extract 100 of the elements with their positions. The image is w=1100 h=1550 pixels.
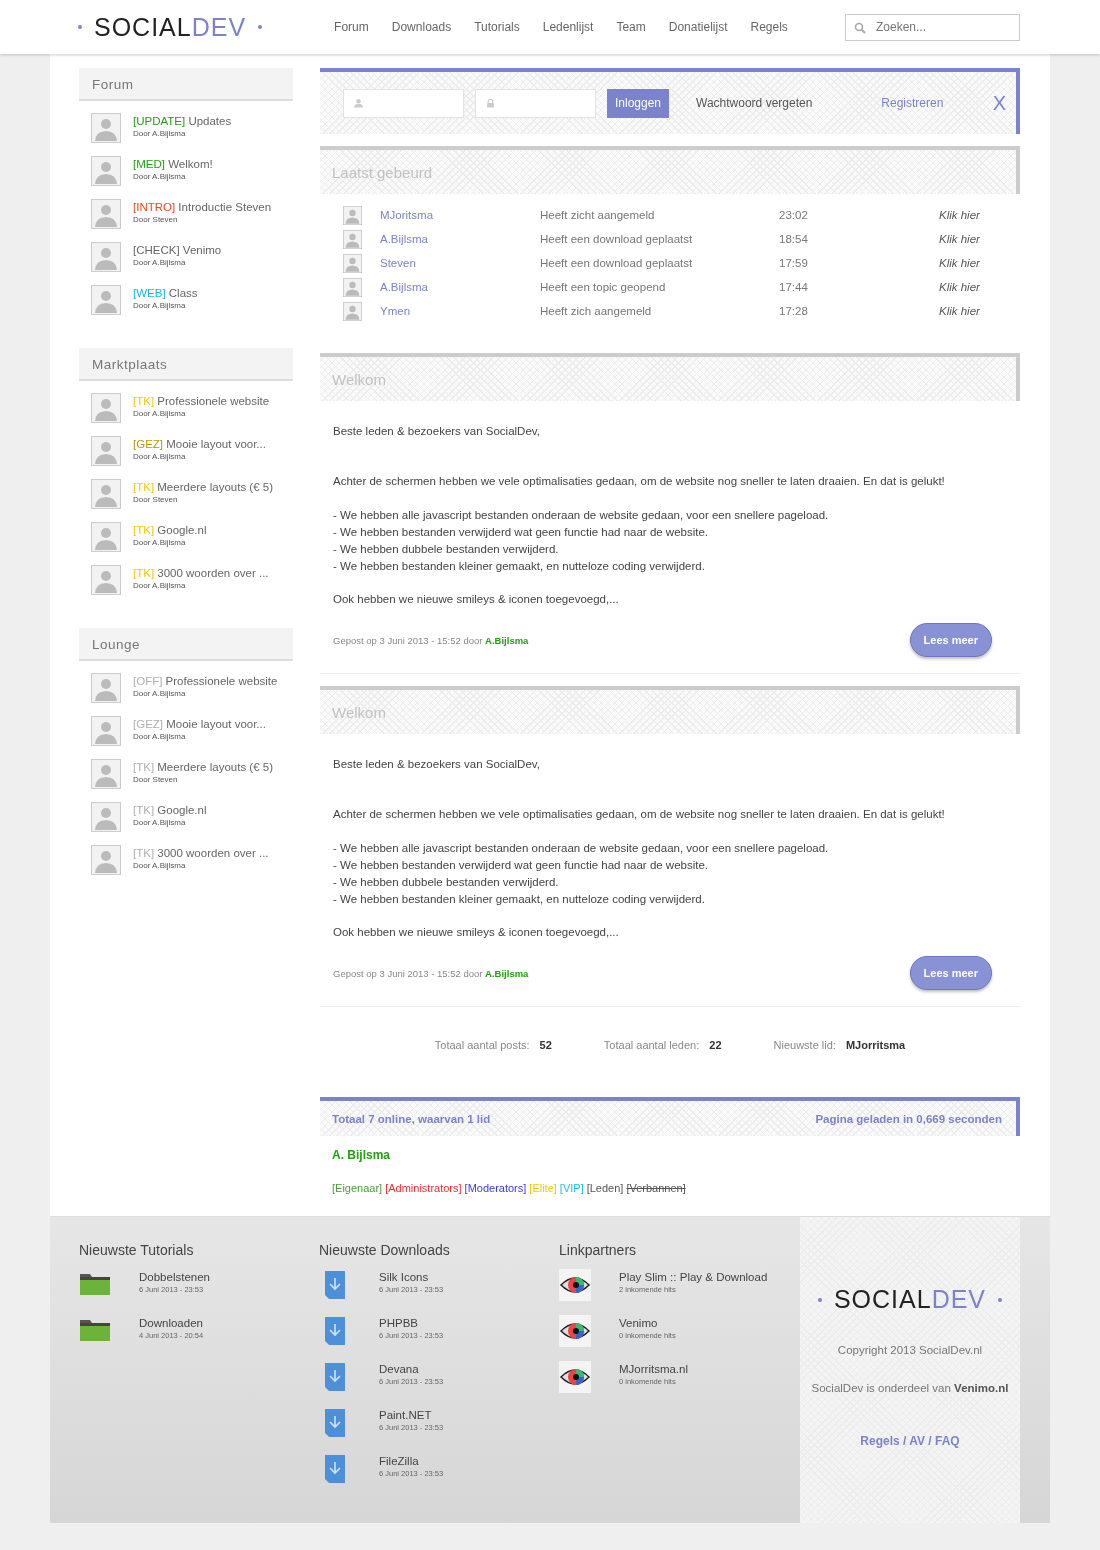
- avatar-icon: [91, 802, 121, 832]
- topic-link[interactable]: [CHECK] Venimo: [133, 244, 222, 256]
- topic-link[interactable]: [GEZ] Mooie layout voor...: [133, 438, 266, 450]
- post-text: Beste leden & bezoekers van SocialDev,: [333, 424, 541, 439]
- footer-link[interactable]: Dobbelstenen: [139, 1271, 210, 1283]
- role-legend-item: [VIP]: [559, 1182, 584, 1194]
- forgot-password-link[interactable]: Wachtwoord vergeten: [696, 96, 813, 110]
- register-link[interactable]: Registreren: [881, 96, 944, 110]
- role-legend-item: [Leden]: [586, 1182, 624, 1194]
- activity-time: 18:54: [779, 233, 809, 245]
- topic-author: Door Steven: [133, 775, 179, 784]
- footer-link[interactable]: Paint.NET: [379, 1409, 444, 1421]
- topic-link[interactable]: [OFF] Professionele website: [133, 675, 278, 687]
- footer-link[interactable]: Devana: [379, 1363, 444, 1375]
- site-logo[interactable]: SOCIALDEV: [94, 12, 247, 42]
- load-time: Pagina geladen in 0,669 seconden: [815, 1112, 1002, 1125]
- topic-link[interactable]: [TK] 3000 woorden over ...: [133, 567, 269, 579]
- footer-link[interactable]: Downloaden: [139, 1317, 204, 1329]
- topic-link[interactable]: [TK] Professionele website: [133, 395, 270, 407]
- topic-author: Door A.Bijlsma: [133, 538, 187, 547]
- sidebar-heading: Lounge: [79, 628, 293, 661]
- activity-time: 17:28: [779, 305, 809, 317]
- avatar-icon: [91, 479, 121, 509]
- nav-link[interactable]: Tutorials: [474, 20, 520, 34]
- avatar-icon: [91, 522, 121, 552]
- post-list-line: - We hebben alle javascript bestanden onderaan de website gedaan, voor een snellere pageload.: [333, 508, 830, 523]
- password-field[interactable]: [475, 88, 596, 118]
- details-link[interactable]: Klik hier: [939, 305, 980, 317]
- avatar-icon: [91, 285, 121, 315]
- details-link[interactable]: Klik hier: [939, 281, 980, 293]
- post-text: Achter de schermen hebben we vele optimalisaties gedaan, om de website nog sneller te laten draaien. En dat is gelukt!: [333, 807, 946, 822]
- topic-link[interactable]: [GEZ] Mooie layout voor...: [133, 718, 266, 730]
- avatar-icon: [343, 229, 362, 249]
- section-title: Laatst gebeurd: [332, 163, 433, 181]
- details-link[interactable]: Klik hier: [939, 233, 980, 245]
- footer-link[interactable]: PHPBB: [379, 1317, 444, 1329]
- footer-link[interactable]: Play Slim :: Play & Download: [619, 1271, 768, 1283]
- post-meta: Gepost op 3 Juni 2013 - 15:52 door A.Bijlsma: [333, 967, 529, 979]
- avatar-icon: [91, 242, 121, 272]
- topic-link[interactable]: [TK] Google.nl: [133, 524, 207, 536]
- stat-label: Totaal aantal leden:: [603, 1039, 700, 1051]
- nav-link[interactable]: Downloads: [391, 20, 452, 34]
- footer-links[interactable]: Regels / AV / FAQ: [860, 1434, 960, 1448]
- site-logo: SOCIALDEV: [833, 1285, 987, 1314]
- user-link[interactable]: Steven: [380, 257, 540, 269]
- avatar-icon: [91, 845, 121, 875]
- topic-link[interactable]: [MED] Welkom!: [133, 158, 213, 170]
- post-text: Achter de schermen hebben we vele optimalisaties gedaan, om de website nog sneller te laten draaien. En dat is gelukt!: [333, 474, 946, 489]
- close-button[interactable]: X: [992, 91, 1006, 115]
- avatar-icon: [91, 199, 121, 229]
- role-legend-item: [Eigenaar]: [332, 1182, 383, 1194]
- footer-heading: Linkpartners: [559, 1242, 638, 1258]
- footer-heading: Nieuwste Downloads: [319, 1242, 451, 1258]
- topic-link[interactable]: [INTRO] Introductie Steven: [133, 201, 272, 213]
- online-user-link[interactable]: A. Bijlsma: [332, 1148, 1020, 1162]
- activity-text: Heeft een topic geopend: [540, 281, 667, 293]
- topic-link[interactable]: [UPDATE] Updates: [133, 115, 232, 127]
- topic-link[interactable]: [WEB] Class: [133, 287, 198, 299]
- dot-icon: [258, 25, 263, 29]
- post-list-line: - We hebben alle javascript bestanden onderaan de website gedaan, voor een snellere pageload.: [333, 841, 830, 856]
- topic-author: Door A.Bijlsma: [133, 452, 187, 461]
- details-link[interactable]: Klik hier: [939, 257, 980, 269]
- login-button[interactable]: Inloggen: [607, 88, 670, 118]
- post-list-line: - We hebben bestanden kleiner gemaakt, en nutteloze coding verwijderd.: [333, 892, 706, 907]
- nav-link[interactable]: Ledenlijst: [542, 20, 594, 34]
- nav-link[interactable]: Forum: [334, 20, 369, 34]
- footer-link[interactable]: Silk Icons: [379, 1271, 444, 1283]
- sidebar-heading: Forum: [79, 68, 293, 101]
- username-field[interactable]: [343, 88, 464, 118]
- footer-link[interactable]: FileZilla: [379, 1455, 444, 1467]
- avatar-icon: [91, 436, 121, 466]
- footer-link[interactable]: Venimo: [619, 1317, 676, 1329]
- user-link[interactable]: A.Bijlsma: [380, 281, 540, 293]
- nav-link[interactable]: Donatielijst: [668, 20, 728, 34]
- post-list-line: - We hebben dubbele bestanden verwijderd.: [333, 875, 560, 890]
- topic-link[interactable]: [TK] Meerdere layouts (€ 5): [133, 481, 273, 493]
- footer-heading: Nieuwste Tutorials: [79, 1242, 195, 1258]
- details-link[interactable]: Klik hier: [939, 209, 980, 221]
- topic-link[interactable]: [TK] Meerdere layouts (€ 5): [133, 761, 273, 773]
- search-field[interactable]: Zoeken...: [845, 13, 1020, 41]
- nav-link[interactable]: Regels: [750, 20, 788, 34]
- copyright-text: Copyright 2013 SocialDev.nl: [837, 1344, 983, 1356]
- activity-text: Heeft een download geplaatst: [540, 233, 694, 245]
- topic-author: Door A.Bijlsma: [133, 301, 187, 310]
- activity-time: 17:59: [779, 257, 809, 269]
- user-link[interactable]: A.Bijlsma: [380, 233, 540, 245]
- user-link[interactable]: MJoritsma: [380, 209, 540, 221]
- role-legend-item: [Elite]: [529, 1182, 557, 1194]
- activity-text: Heeft zich aangemeld: [540, 305, 653, 317]
- topic-author: Door A.Bijlsma: [133, 689, 187, 698]
- activity-time: 23:02: [779, 209, 809, 221]
- topic-author: Door A.Bijlsma: [133, 172, 187, 181]
- nav-link[interactable]: Team: [616, 20, 646, 34]
- user-link[interactable]: Ymen: [380, 305, 540, 317]
- stat-value: 22: [709, 1039, 722, 1051]
- topic-link[interactable]: [TK] Google.nl: [133, 804, 207, 816]
- avatar-icon: [343, 205, 362, 225]
- avatar-icon: [91, 759, 121, 789]
- footer-link[interactable]: MJorritsma.nl: [619, 1363, 688, 1375]
- topic-link[interactable]: [TK] 3000 woorden over ...: [133, 847, 269, 859]
